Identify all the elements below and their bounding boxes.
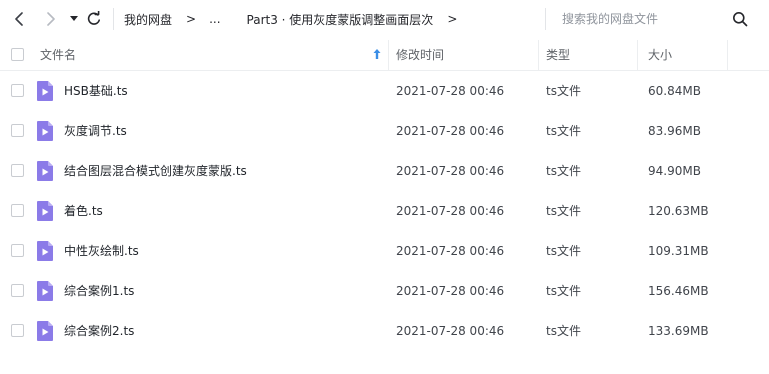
row-checkbox[interactable] <box>11 164 24 177</box>
breadcrumb: 我的网盘 > ... Part3 · 使用灰度蒙版调整画面层次 > <box>124 0 470 38</box>
top-toolbar: 我的网盘 > ... Part3 · 使用灰度蒙版调整画面层次 > <box>0 0 769 38</box>
forward-button[interactable] <box>40 9 60 29</box>
table-row[interactable]: 结合图层混合模式创建灰度蒙版.ts 2021-07-28 00:46 ts文件 94.… <box>0 151 769 191</box>
file-size: 60.84MB <box>648 84 701 98</box>
file-type: ts文件 <box>546 204 581 218</box>
file-modified-time: 2021-07-28 00:46 <box>396 124 505 138</box>
file-type: ts文件 <box>546 324 581 338</box>
table-row[interactable]: 综合案例2.ts 2021-07-28 00:46 ts文件 133.69MB <box>0 311 769 351</box>
file-size: 94.90MB <box>648 164 701 178</box>
video-file-icon <box>37 81 53 101</box>
refresh-icon <box>87 11 100 25</box>
column-header-type[interactable]: 类型 <box>546 38 570 70</box>
select-all-checkbox[interactable] <box>11 48 24 61</box>
video-file-icon <box>37 121 53 141</box>
search-box <box>548 7 762 31</box>
row-checkbox[interactable] <box>11 324 24 337</box>
file-size: 133.69MB <box>648 324 709 338</box>
column-header-name[interactable]: 文件名 <box>40 38 76 70</box>
file-name[interactable]: 灰度调节.ts <box>64 111 127 151</box>
file-type: ts文件 <box>546 244 581 258</box>
file-modified-time: 2021-07-28 00:46 <box>396 284 505 298</box>
breadcrumb-ellipsis[interactable]: ... <box>209 12 220 26</box>
file-type: ts文件 <box>546 124 581 138</box>
file-size: 156.46MB <box>648 284 709 298</box>
table-row[interactable]: 中性灰绘制.ts 2021-07-28 00:46 ts文件 109.31MB <box>0 231 769 271</box>
sort-ascending-icon[interactable] <box>372 48 382 60</box>
caret-down-icon <box>70 16 78 21</box>
file-size: 83.96MB <box>648 124 701 138</box>
video-file-icon <box>37 161 53 181</box>
history-dropdown-button[interactable] <box>64 9 84 29</box>
file-size: 109.31MB <box>648 244 709 258</box>
table-row[interactable]: HSB基础.ts 2021-07-28 00:46 ts文件 60.84MB <box>0 71 769 111</box>
table-header: 文件名 修改时间 类型 大小 <box>0 38 769 70</box>
video-file-icon <box>37 241 53 261</box>
file-modified-time: 2021-07-28 00:46 <box>396 164 505 178</box>
column-divider[interactable] <box>538 40 539 70</box>
breadcrumb-separator: > <box>186 12 197 26</box>
row-checkbox[interactable] <box>11 204 24 217</box>
table-row[interactable]: 灰度调节.ts 2021-07-28 00:46 ts文件 83.96MB <box>0 111 769 151</box>
table-row[interactable]: 着色.ts 2021-07-28 00:46 ts文件 120.63MB <box>0 191 769 231</box>
column-header-size[interactable]: 大小 <box>648 38 672 70</box>
file-modified-time: 2021-07-28 00:46 <box>396 84 505 98</box>
file-name[interactable]: 综合案例2.ts <box>64 311 134 351</box>
file-name[interactable]: 着色.ts <box>64 191 103 231</box>
refresh-button[interactable] <box>84 9 104 29</box>
file-type: ts文件 <box>546 164 581 178</box>
search-icon[interactable] <box>732 11 748 27</box>
file-name[interactable]: HSB基础.ts <box>64 71 128 111</box>
toolbar-divider <box>113 8 114 30</box>
column-header-mtime[interactable]: 修改时间 <box>396 38 444 70</box>
file-modified-time: 2021-07-28 00:46 <box>396 204 505 218</box>
file-modified-time: 2021-07-28 00:46 <box>396 324 505 338</box>
column-divider[interactable] <box>388 40 389 70</box>
breadcrumb-root[interactable]: 我的网盘 <box>124 11 172 28</box>
forward-arrow-icon <box>47 12 55 26</box>
breadcrumb-separator[interactable]: > <box>447 12 457 26</box>
video-file-icon <box>37 281 53 301</box>
file-name[interactable]: 中性灰绘制.ts <box>64 231 139 271</box>
video-file-icon <box>37 321 53 341</box>
row-checkbox[interactable] <box>11 124 24 137</box>
table-row[interactable]: 综合案例1.ts 2021-07-28 00:46 ts文件 156.46MB <box>0 271 769 311</box>
file-size: 120.63MB <box>648 204 709 218</box>
row-checkbox[interactable] <box>11 244 24 257</box>
file-name[interactable]: 综合案例1.ts <box>64 271 134 311</box>
search-input[interactable] <box>562 9 730 29</box>
back-button[interactable] <box>10 9 30 29</box>
row-checkbox[interactable] <box>11 84 24 97</box>
file-type: ts文件 <box>546 84 581 98</box>
column-divider[interactable] <box>637 40 638 70</box>
row-checkbox[interactable] <box>11 284 24 297</box>
video-file-icon <box>37 201 53 221</box>
breadcrumb-current[interactable]: Part3 · 使用灰度蒙版调整画面层次 <box>247 11 434 28</box>
file-type: ts文件 <box>546 284 581 298</box>
file-name[interactable]: 结合图层混合模式创建灰度蒙版.ts <box>64 151 247 191</box>
file-list: HSB基础.ts 2021-07-28 00:46 ts文件 60.84MB 灰度调节.… <box>0 71 769 351</box>
back-arrow-icon <box>15 12 23 26</box>
column-divider[interactable] <box>727 40 728 70</box>
search-divider <box>545 8 546 30</box>
file-modified-time: 2021-07-28 00:46 <box>396 244 505 258</box>
